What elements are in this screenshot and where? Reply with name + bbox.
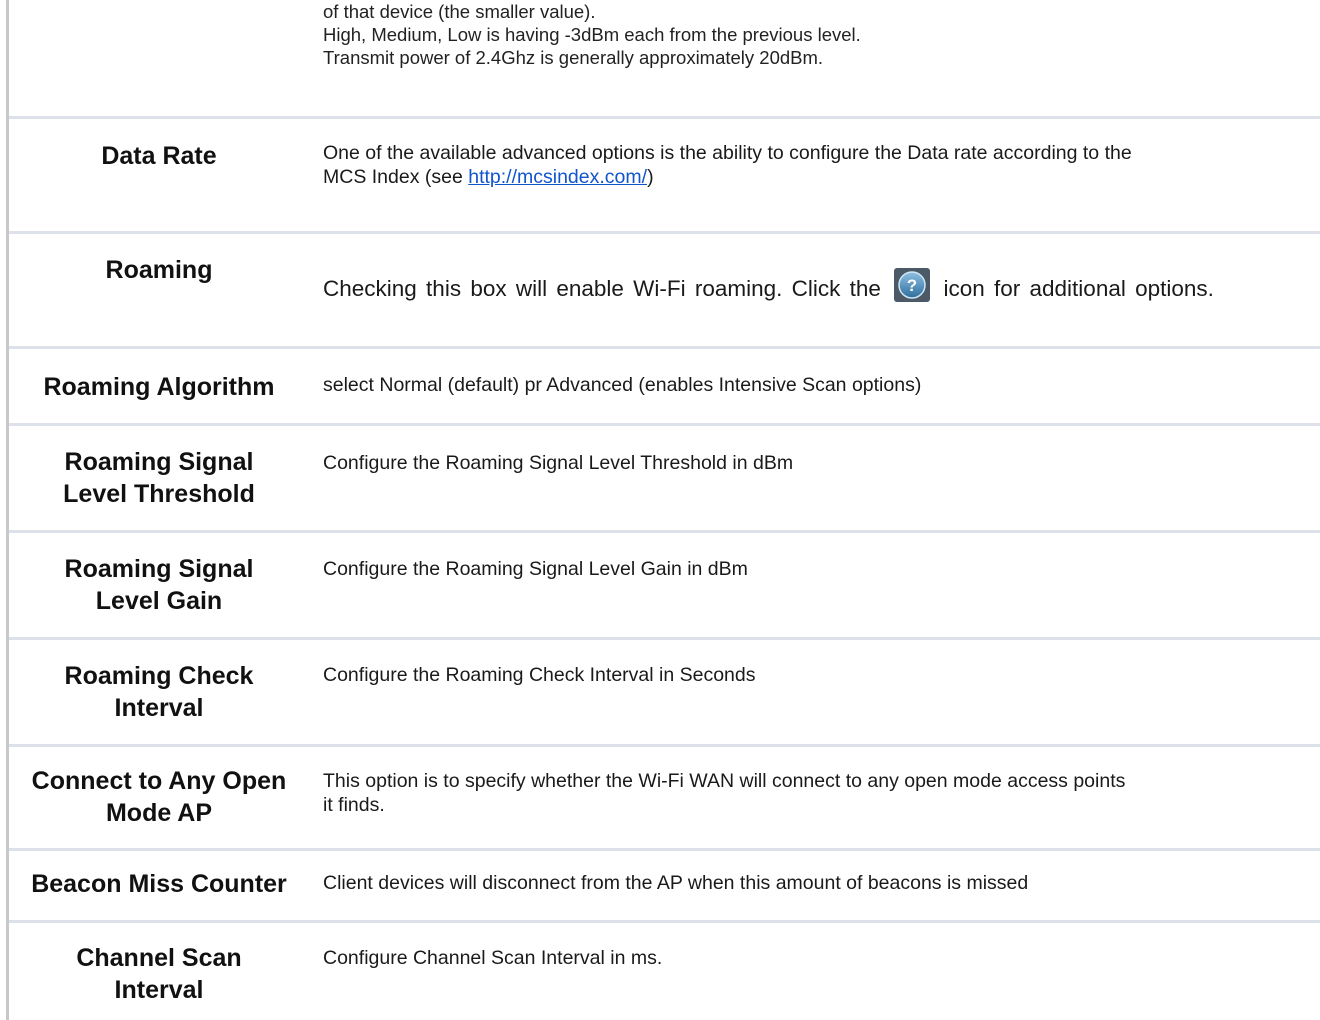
intro-line: High, Medium, Low is having -3dBm each f… — [323, 24, 861, 45]
desc-line: it finds. — [323, 794, 385, 816]
row-divider — [9, 637, 1320, 640]
desc-connect-to-any-open-mode-ap: This option is to specify whether the Wi… — [323, 769, 1313, 817]
term-line: Level Threshold — [63, 480, 255, 508]
term-channel-scan-interval: Channel Scan Interval — [9, 942, 309, 1006]
svg-text:?: ? — [907, 276, 917, 295]
row-divider — [9, 116, 1320, 119]
term-line: Level Gain — [95, 587, 223, 615]
desc-roaming-signal-level-threshold: Configure the Roaming Signal Level Thres… — [323, 452, 794, 474]
desc-roaming: Checking this box will enable Wi-Fi roam… — [323, 268, 1313, 304]
row-divider — [9, 530, 1320, 533]
row-divider — [9, 346, 1320, 349]
desc-roaming-check-interval: Configure the Roaming Check Interval in … — [323, 664, 756, 686]
help-icon: ? — [894, 268, 931, 302]
mcsindex-link[interactable]: http://mcsindex.com/ — [468, 166, 647, 188]
desc-roaming-algorithm: select Normal (default) pr Advanced (ena… — [323, 374, 922, 396]
row-divider — [9, 848, 1320, 851]
term-line: Mode AP — [105, 799, 213, 827]
desc-line: One of the available advanced options is… — [323, 142, 1132, 164]
desc-text: Checking this box will enable Wi-Fi roam… — [323, 276, 881, 301]
term-data-rate: Data Rate — [101, 142, 217, 170]
term-beacon-miss-counter: Beacon Miss Counter — [31, 870, 287, 898]
term-roaming-check-interval: Roaming Check Interval — [9, 660, 309, 724]
desc-text: MCS Index (see — [323, 166, 469, 188]
desc-roaming-signal-level-gain: Configure the Roaming Signal Level Gain … — [323, 558, 748, 580]
term-line: Roaming Check — [64, 662, 254, 690]
row-divider — [9, 744, 1320, 747]
desc-text: ) — [647, 166, 654, 188]
intro-line: of that device (the smaller value). — [323, 1, 596, 22]
desc-line: This option is to specify whether the Wi… — [323, 770, 1126, 792]
term-connect-to-any-open-mode-ap: Connect to Any Open Mode AP — [9, 765, 309, 829]
intro-text: of that device (the smaller value). High… — [323, 0, 1313, 69]
term-line: Roaming Signal — [64, 555, 254, 583]
desc-beacon-miss-counter: Client devices will disconnect from the … — [323, 872, 1029, 894]
desc-data-rate: One of the available advanced options is… — [323, 141, 1313, 189]
term-line: Interval — [114, 694, 204, 722]
term-roaming-algorithm: Roaming Algorithm — [43, 373, 275, 401]
term-line: Channel Scan — [76, 944, 242, 972]
row-divider — [9, 920, 1320, 923]
desc-line: MCS Index (see http://mcsindex.com/) — [323, 165, 1313, 189]
term-roaming-signal-level-threshold: Roaming Signal Level Threshold — [9, 446, 309, 510]
term-line: Connect to Any Open — [31, 767, 287, 795]
desc-text: icon for additional options. — [943, 276, 1214, 301]
desc-channel-scan-interval: Configure Channel Scan Interval in ms. — [323, 947, 663, 969]
term-line: Roaming Signal — [64, 448, 254, 476]
term-roaming: Roaming — [105, 256, 213, 284]
term-roaming-signal-level-gain: Roaming Signal Level Gain — [9, 553, 309, 617]
row-divider — [9, 423, 1320, 426]
row-divider — [9, 231, 1320, 234]
intro-line: Transmit power of 2.4Ghz is generally ap… — [323, 47, 824, 68]
term-line: Interval — [114, 976, 204, 1004]
